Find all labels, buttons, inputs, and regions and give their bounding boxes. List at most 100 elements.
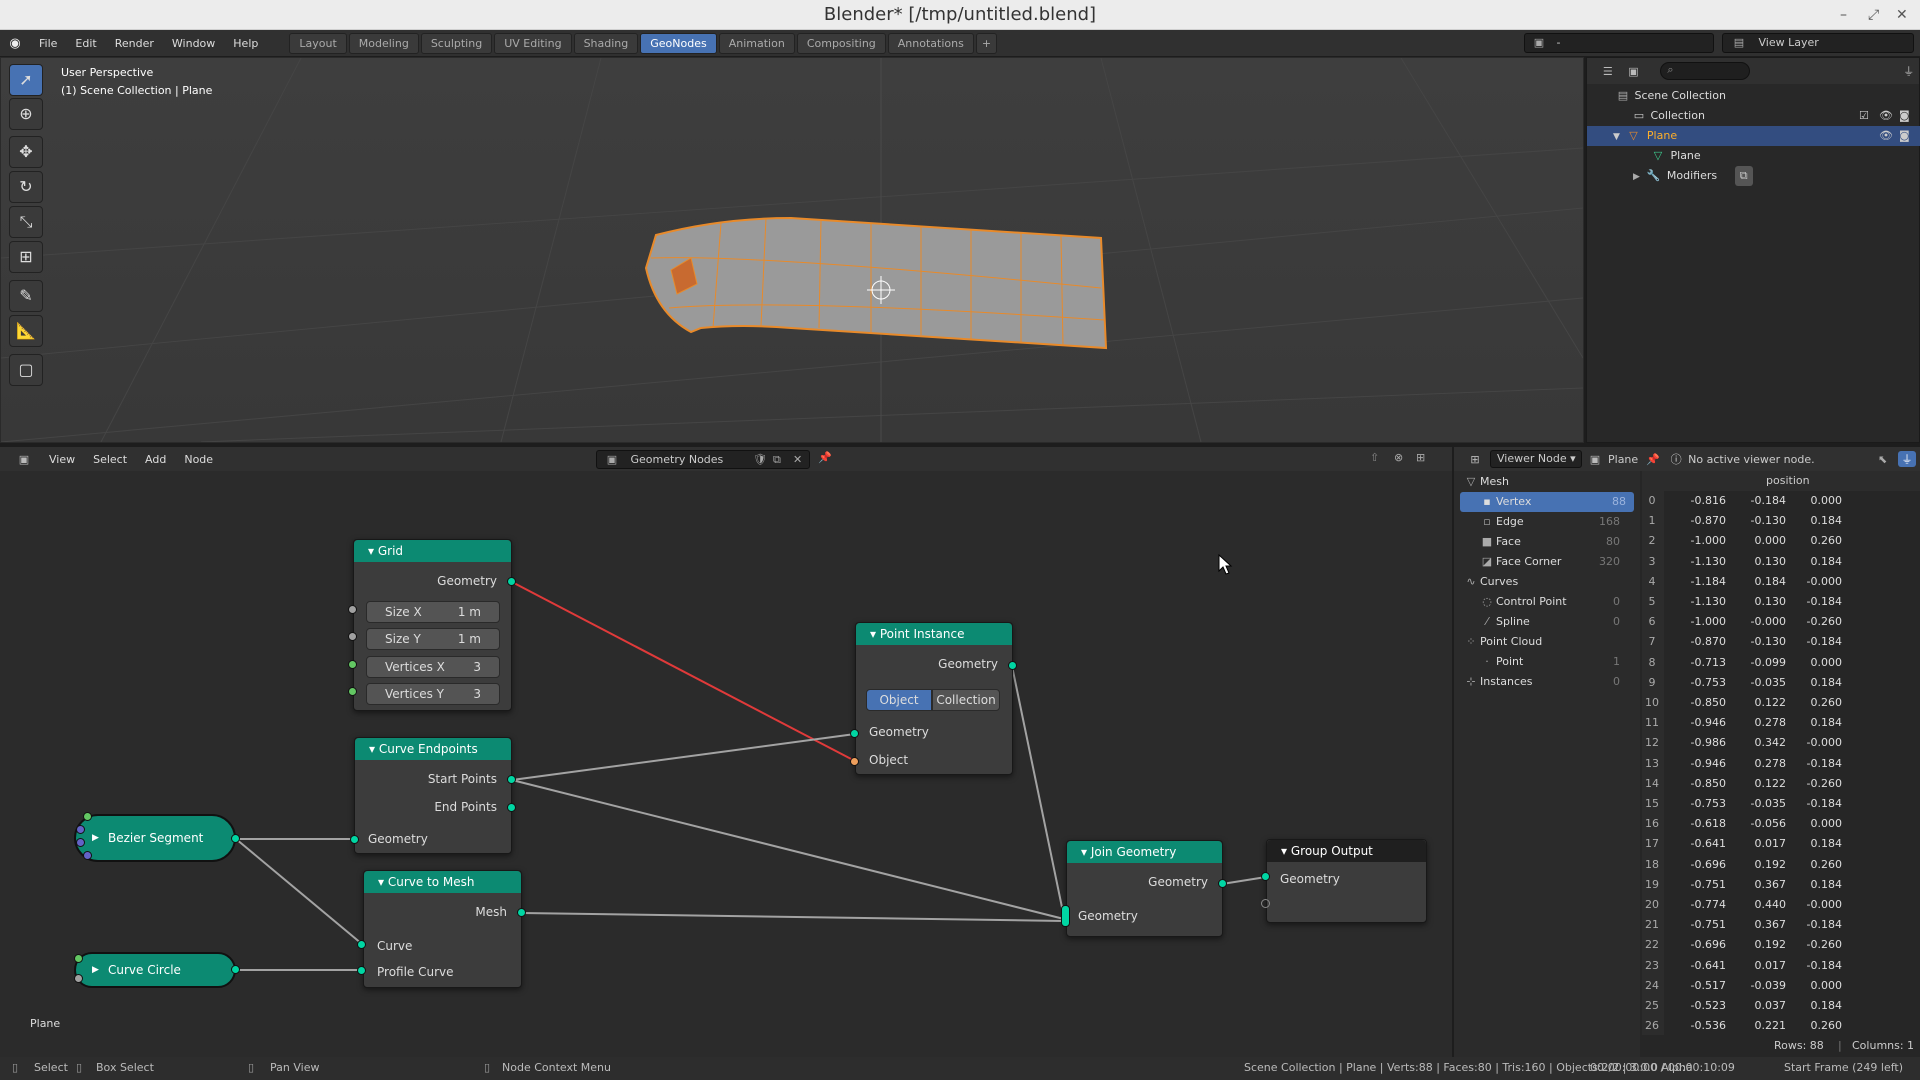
transform-tool-button[interactable]: ⊞ [9,241,43,273]
filter-icon[interactable]: ⏚ [1898,451,1916,467]
outliner-row-plane[interactable]: ▼ ▽ Plane 👁 ◙ [1587,126,1920,146]
bezier-input-socket[interactable] [83,812,92,821]
vertices-x-field[interactable]: Vertices X 3 [366,656,500,678]
bezier-input-socket[interactable] [76,825,85,834]
mode-collection-button[interactable]: Collection [932,689,1000,711]
move-tool-button[interactable]: ✥ [9,136,43,168]
curve-circle-input-socket[interactable] [74,954,83,963]
outliner-search-input[interactable]: ⌕ [1660,62,1751,80]
tree-edge[interactable]: ▫ Edge 168 [1454,512,1634,532]
point-instance-header[interactable]: ▾ Point Instance [856,623,1012,645]
menu-file[interactable]: File [30,37,66,50]
scale-tool-button[interactable]: ⤡ [9,206,43,238]
node-editor[interactable]: ▣ View Select Add Node ▣ Geometry Nodes … [0,447,1452,1057]
tab-layout[interactable]: Layout [289,32,347,54]
camera-icon[interactable]: ◙ [1899,106,1910,126]
tree-mesh[interactable]: ▽ Mesh [1454,472,1634,492]
eye-icon[interactable]: 👁 [1879,126,1893,146]
grid-geometry-output-socket[interactable] [507,577,516,586]
group-output-node[interactable]: ▾ Group Output Geometry [1266,839,1427,923]
view-layer-selector[interactable]: ▤ View Layer [1722,33,1914,53]
point-instance-geometry-socket[interactable] [850,729,859,738]
scene-selector[interactable]: ▣ - [1524,33,1714,53]
filter-icon[interactable]: ⏚ [1898,63,1919,79]
minimize-icon[interactable]: – [1840,0,1847,30]
tab-shading[interactable]: Shading [573,32,639,54]
outliner-row-collection[interactable]: ▭ Collection ☑ 👁 ◙ [1587,106,1920,126]
bezier-output-socket[interactable] [231,834,240,843]
join-geometry-output-socket[interactable] [1218,879,1227,888]
size-y-field[interactable]: Size Y 1 m [366,628,500,650]
menu-edit[interactable]: Edit [66,37,105,50]
close-window-icon[interactable]: ✕ [1896,0,1908,30]
menu-render[interactable]: Render [106,37,163,50]
annotate-tool-button[interactable]: ✎ [9,280,43,312]
tree-face[interactable]: ■ Face 80 [1454,532,1634,552]
grid-node[interactable]: ▾ Grid Geometry Size X 1 m Size Y 1 m Vert… [353,539,512,711]
tab-annotations[interactable]: Annotations [887,32,974,54]
outliner-row-modifiers[interactable]: ▶ 🔧 Modifiers ⧉ [1587,166,1920,186]
expand-arrow-icon[interactable]: ▼ [1613,132,1620,142]
tree-control-point[interactable]: ◌ Control Point 0 [1454,592,1634,612]
tab-animation[interactable]: Animation [718,32,795,54]
tab-uv-editing[interactable]: UV Editing [494,32,572,54]
mesh-output-socket[interactable] [517,908,526,917]
group-output-geometry-socket[interactable] [1261,872,1270,881]
join-geometry-header[interactable]: ▾ Join Geometry [1067,841,1222,863]
3d-viewport[interactable]: User Perspective (1) Scene Collection | … [0,57,1584,443]
tab-sculpting[interactable]: Sculpting [420,32,493,54]
curve-endpoints-header[interactable]: ▾ Curve Endpoints [355,738,511,760]
join-geometry-node[interactable]: ▾ Join Geometry Geometry Geometry [1066,840,1223,937]
curve-to-mesh-header[interactable]: ▾ Curve to Mesh [364,871,521,893]
bezier-segment-node[interactable]: ▶ Bezier Segment [74,814,236,862]
outliner-row-plane-mesh[interactable]: ▽ Plane [1587,146,1920,166]
curve-input-socket[interactable] [357,940,366,949]
display-mode-icon[interactable]: ▣ [1621,65,1647,78]
eye-icon[interactable]: 👁 [1879,106,1893,126]
group-output-empty-socket[interactable] [1261,899,1270,908]
tab-geonodes[interactable]: GeoNodes [640,32,717,54]
curve-endpoints-node[interactable]: ▾ Curve Endpoints Start Points End Point… [354,737,512,854]
cursor-tool-button[interactable]: ⊕ [9,98,43,130]
menu-help[interactable]: Help [224,37,267,50]
tab-modeling[interactable]: Modeling [348,32,419,54]
curve-circle-input-socket[interactable] [74,974,83,983]
tree-instances[interactable]: ⊹ Instances 0 [1454,672,1634,692]
bezier-input-socket[interactable] [83,851,92,860]
add-workspace-button[interactable]: + [975,32,998,54]
join-geometry-multi-input-socket[interactable] [1061,905,1070,927]
camera-icon[interactable]: ◙ [1899,126,1910,146]
add-cube-tool-button[interactable]: ▢ [9,354,43,386]
outliner-row-scene-collection[interactable]: ▤ Scene Collection [1587,86,1920,106]
grid-size-y-socket[interactable] [348,632,357,641]
restore-icon[interactable]: ⤢ [1868,0,1879,30]
grid-size-x-socket[interactable] [348,605,357,614]
curve-endpoints-geometry-input-socket[interactable] [350,835,359,844]
start-points-socket[interactable] [507,775,516,784]
curve-circle-output-socket[interactable] [231,965,240,974]
tree-point-cloud[interactable]: ⁘ Point Cloud [1454,632,1634,652]
point-instance-output-socket[interactable] [1008,661,1017,670]
curve-to-mesh-node[interactable]: ▾ Curve to Mesh Mesh Curve Profile Curve [363,870,522,988]
selected-only-icon[interactable]: ⬉ [1878,453,1887,466]
rotate-tool-button[interactable]: ↻ [9,171,43,203]
end-points-socket[interactable] [507,803,516,812]
editor-type-icon[interactable]: ☰ [1595,65,1621,78]
curve-circle-node[interactable]: ▶ Curve Circle [74,952,236,988]
grid-vertices-x-socket[interactable] [348,660,357,669]
tree-curves[interactable]: ∿ Curves [1454,572,1634,592]
checkbox-icon[interactable]: ☑ [1859,106,1869,126]
tab-compositing[interactable]: Compositing [796,32,886,54]
select-tool-button[interactable]: ➚ [9,64,43,96]
expand-arrow-icon[interactable]: ▶ [92,816,99,860]
tree-point[interactable]: · Point 1 [1454,652,1634,672]
grid-vertices-y-socket[interactable] [348,687,357,696]
viewer-mode-dropdown[interactable]: Viewer Node ▾ [1490,450,1582,468]
vertices-y-field[interactable]: Vertices Y 3 [366,683,500,705]
tree-spline[interactable]: ⁄ Spline 0 [1454,612,1634,632]
expand-arrow-icon[interactable]: ▶ [92,954,99,986]
grid-node-header[interactable]: ▾ Grid [354,540,511,562]
group-output-header[interactable]: ▾ Group Output [1267,840,1426,862]
point-instance-object-socket[interactable] [850,757,859,766]
blender-logo-icon[interactable]: ◉ [0,36,30,51]
